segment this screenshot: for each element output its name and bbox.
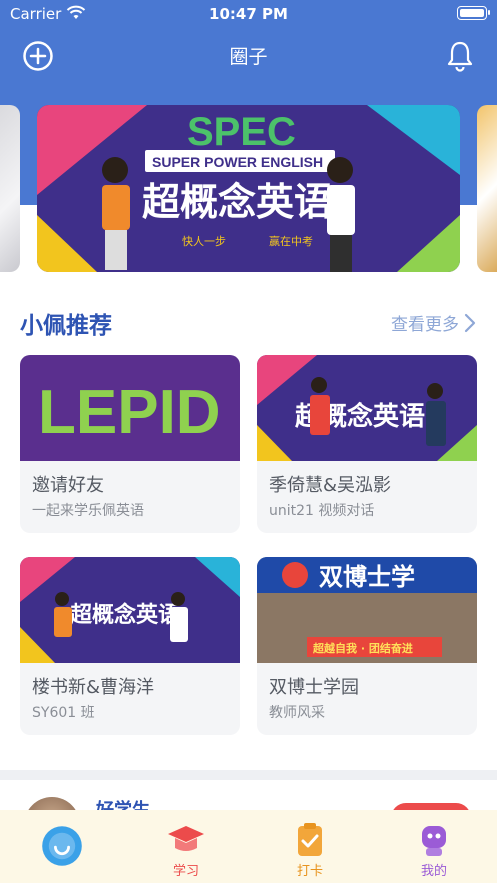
card-title: 季倚慧&吴泓影 <box>269 475 392 496</box>
banner-subtitle: SUPER POWER ENGLISH <box>152 154 323 170</box>
tab-checkin[interactable]: 打卡 <box>248 810 372 883</box>
card-image: 超概念英语 <box>20 557 240 663</box>
card-title: 双博士学园 <box>269 677 359 698</box>
banner-brand: SPEC <box>187 110 296 154</box>
see-more-link[interactable]: 查看更多 <box>391 310 477 335</box>
carousel-banner[interactable]: SPEC SUPER POWER ENGLISH 超概念英语 快人一步 赢在中考 <box>37 105 460 272</box>
card-image: 双博士学 超越自我 · 团结奋进 <box>257 557 477 663</box>
card-title: 楼书新&曹海洋 <box>32 677 155 698</box>
page-title: 圈子 <box>229 46 268 68</box>
recommend-card[interactable]: 超概念英语 楼书新&曹海洋 SY601 班 <box>20 557 240 735</box>
card-image-text: 双博士学 <box>319 563 415 591</box>
banner-slogan: 超概念英语 <box>142 180 332 224</box>
chevron-right-icon <box>464 313 476 332</box>
card-subtitle: SY601 班 <box>32 705 95 721</box>
tab-label: 打卡 <box>296 864 323 879</box>
carousel-next-slide[interactable] <box>477 105 497 272</box>
tab-mine[interactable]: 我的 <box>372 810 496 883</box>
tab-label: 我的 <box>420 864 447 879</box>
card-subtitle: 一起来学乐佩英语 <box>32 503 144 519</box>
clock: 10:47 PM <box>209 5 288 23</box>
battery-icon <box>457 6 490 20</box>
card-title: 邀请好友 <box>32 475 104 496</box>
bell-icon[interactable] <box>445 40 475 72</box>
tab-bar: 学习 打卡 我的 <box>0 810 497 883</box>
card-image-text: LEPID <box>38 378 221 447</box>
recommend-card[interactable]: LEPID 邀请好友 一起来学乐佩英语 <box>20 355 240 533</box>
card-image-text: 超概念英语 <box>70 602 180 628</box>
graduation-cap-icon <box>168 826 204 851</box>
recommend-card[interactable]: 双博士学 超越自我 · 团结奋进 双博士学园 教师风采 <box>257 557 477 735</box>
card-subtitle: unit21 视频对话 <box>269 503 375 519</box>
card-banner-text: 超越自我 · 团结奋进 <box>312 641 413 655</box>
robot-avatar-icon <box>422 826 446 856</box>
banner-motto-left: 快人一步 <box>182 235 226 248</box>
recommend-card[interactable]: 超概念英语 季倚慧&吴泓影 unit21 视频对话 <box>257 355 477 533</box>
section-title: 小佩推荐 <box>20 313 112 339</box>
see-more-label: 查看更多 <box>391 315 459 335</box>
card-subtitle: 教师风采 <box>269 705 325 721</box>
tab-circle[interactable] <box>0 810 124 883</box>
clipboard-check-icon <box>298 823 322 856</box>
tab-label: 学习 <box>172 864 199 879</box>
home-bubble-icon <box>42 826 82 866</box>
status-bar: Carrier 10:47 PM <box>0 0 497 30</box>
tab-study[interactable]: 学习 <box>124 810 248 883</box>
carousel-prev-slide[interactable] <box>0 105 20 272</box>
banner-motto-right: 赢在中考 <box>269 234 313 248</box>
card-image: LEPID <box>20 355 240 461</box>
card-image: 超概念英语 <box>257 355 477 461</box>
